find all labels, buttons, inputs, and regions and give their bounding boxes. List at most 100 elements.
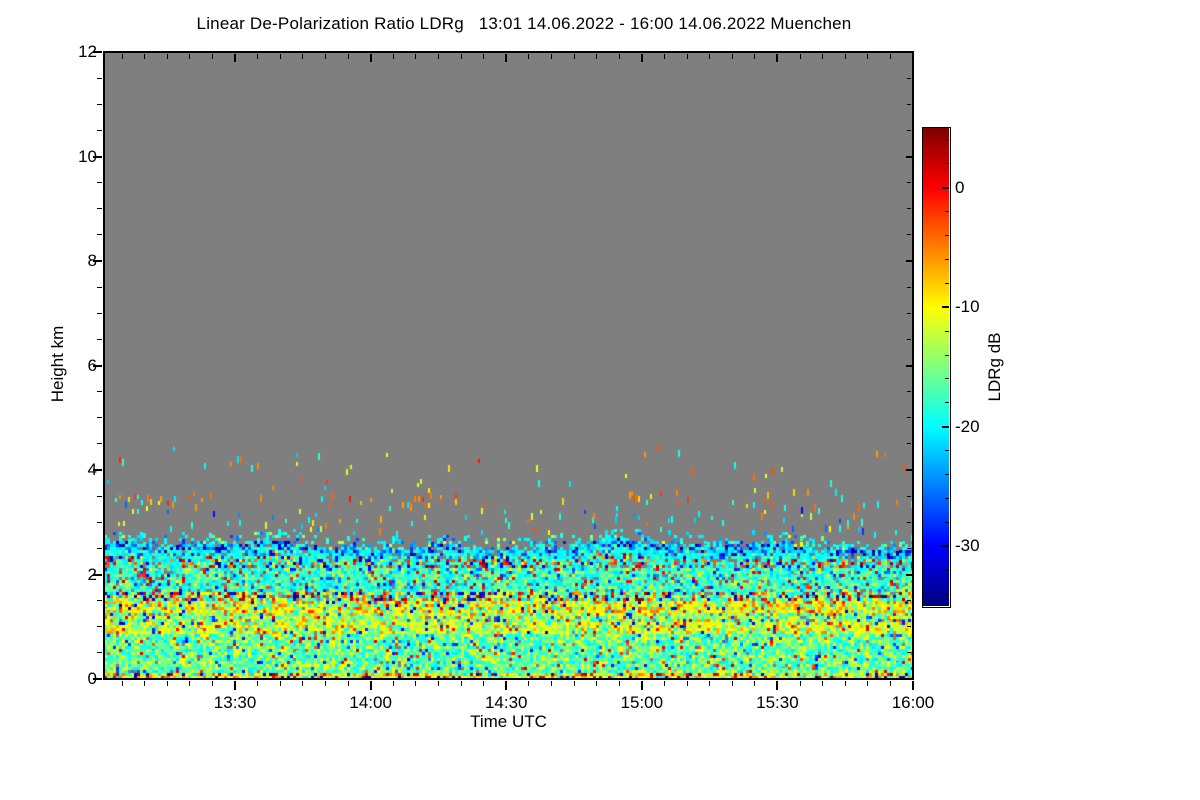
x-major-tick-top xyxy=(369,54,372,62)
x-minor-tick-top xyxy=(844,54,846,59)
colorbar-canvas xyxy=(923,128,949,606)
y-minor-tick-right xyxy=(907,234,911,236)
colorbar-minor-tick xyxy=(945,497,949,499)
x-tick-label: 13:30 xyxy=(213,693,257,712)
y-minor-tick xyxy=(97,234,102,236)
colorbar-tick-label: -10 xyxy=(955,297,980,317)
x-minor-tick-top xyxy=(144,54,146,59)
y-tick-label: 6 xyxy=(87,355,97,375)
y-minor-tick xyxy=(97,443,102,445)
x-tick-label: 15:30 xyxy=(756,693,799,712)
y-minor-tick xyxy=(97,652,102,654)
y-minor-tick-right xyxy=(907,521,911,523)
y-minor-tick xyxy=(97,129,102,131)
y-minor-tick-right xyxy=(907,600,911,602)
x-minor-tick-top xyxy=(347,54,349,59)
y-minor-tick xyxy=(97,208,102,210)
x-minor-tick-top xyxy=(483,54,485,59)
colorbar-tick-label: -30 xyxy=(955,536,980,556)
x-major-tick-top xyxy=(640,54,643,62)
y-minor-tick xyxy=(97,182,102,184)
x-minor-tick xyxy=(189,681,191,686)
x-minor-tick-top xyxy=(257,54,259,59)
y-tick-label: 12 xyxy=(78,42,97,61)
x-major-tick xyxy=(369,681,372,690)
x-minor-tick xyxy=(392,681,394,686)
x-minor-tick-top xyxy=(121,54,123,59)
x-minor-tick-top xyxy=(822,54,824,59)
x-minor-tick xyxy=(528,681,530,686)
y-tick-label: 8 xyxy=(87,251,97,270)
y-tick-label: 0 xyxy=(87,669,97,688)
y-minor-tick xyxy=(97,521,102,523)
x-minor-tick-top xyxy=(550,54,552,59)
x-minor-tick xyxy=(596,681,598,686)
y-major-tick-right xyxy=(906,364,913,367)
x-minor-tick xyxy=(483,681,485,686)
x-minor-tick-top xyxy=(528,54,530,59)
colorbar-minor-tick xyxy=(945,474,949,476)
colorbar-minor-tick xyxy=(945,402,949,404)
y-major-tick-right xyxy=(906,51,913,53)
colorbar-major-tick xyxy=(942,545,949,548)
colorbar-minor-tick xyxy=(945,378,949,380)
y-minor-tick-right xyxy=(907,443,911,445)
x-minor-tick-top xyxy=(392,54,394,59)
colorbar-minor-tick xyxy=(945,235,949,237)
y-minor-tick-right xyxy=(907,312,911,314)
x-minor-tick xyxy=(347,681,349,686)
colorbar-minor-tick xyxy=(945,139,949,141)
x-minor-tick-top xyxy=(889,54,891,59)
chart-root: Linear De-Polarization Ratio LDRg 13:01 … xyxy=(0,0,1200,800)
x-major-tick xyxy=(640,681,643,690)
x-minor-tick xyxy=(460,681,462,686)
y-minor-tick-right xyxy=(907,391,911,393)
x-minor-tick xyxy=(799,681,801,686)
x-minor-tick xyxy=(121,681,123,686)
y-minor-tick-right xyxy=(907,652,911,654)
x-minor-tick-top xyxy=(460,54,462,59)
chart-title: Linear De-Polarization Ratio LDRg 13:01 … xyxy=(196,14,852,33)
x-major-tick xyxy=(234,681,237,690)
colorbar-minor-tick xyxy=(945,521,949,523)
x-minor-tick-top xyxy=(618,54,620,59)
x-minor-tick-top xyxy=(189,54,191,59)
y-minor-tick-right xyxy=(907,626,911,628)
y-minor-tick xyxy=(97,338,102,340)
x-major-tick-top xyxy=(505,54,508,62)
x-minor-tick xyxy=(663,681,665,686)
x-major-tick-top xyxy=(776,54,779,62)
x-minor-tick xyxy=(731,681,733,686)
y-tick-label: 10 xyxy=(78,146,97,166)
x-minor-tick-top xyxy=(754,54,756,59)
y-major-tick-right xyxy=(906,260,913,262)
colorbar-minor-tick xyxy=(945,258,949,260)
y-minor-tick-right xyxy=(907,417,911,419)
x-minor-tick-top xyxy=(686,54,688,59)
x-tick-label: 15:00 xyxy=(620,693,664,712)
y-major-tick-right xyxy=(906,573,913,576)
x-minor-tick-top xyxy=(663,54,665,59)
colorbar-minor-tick xyxy=(945,330,949,332)
x-minor-tick-top xyxy=(324,54,326,59)
x-minor-tick xyxy=(844,681,846,686)
colorbar-major-tick xyxy=(942,186,949,189)
x-minor-tick xyxy=(550,681,552,686)
y-minor-tick xyxy=(97,495,102,497)
x-minor-tick xyxy=(754,681,756,686)
x-major-tick-top xyxy=(912,54,914,62)
y-minor-tick-right xyxy=(907,182,911,184)
y-tick-label: 4 xyxy=(87,460,97,479)
colorbar-major-tick xyxy=(942,306,949,309)
y-tick-label: 2 xyxy=(87,564,97,584)
x-tick-label: 16:00 xyxy=(891,693,935,712)
x-minor-tick-top xyxy=(437,54,439,59)
x-minor-tick xyxy=(573,681,575,686)
colorbar-minor-tick xyxy=(945,450,949,452)
x-major-tick xyxy=(912,681,914,690)
colorbar-label: LDRg dB xyxy=(985,332,1004,402)
colorbar-minor-tick xyxy=(945,211,949,213)
y-major-tick-right xyxy=(906,469,913,471)
x-minor-tick xyxy=(686,681,688,686)
x-minor-tick xyxy=(324,681,326,686)
